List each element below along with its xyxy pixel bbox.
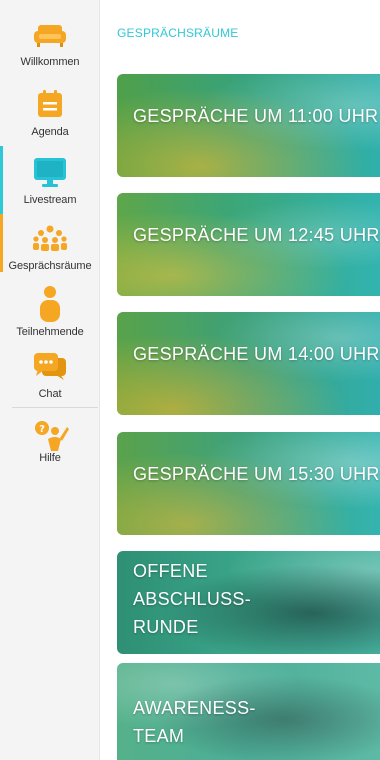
card-title: GESPRÄCHE UM 15:30 UHR	[133, 464, 380, 484]
svg-text:?: ?	[39, 424, 45, 435]
sidebar-item-chat[interactable]: Chat	[0, 342, 100, 408]
sidebar-item-label: Chat	[38, 388, 62, 400]
sidebar-item-agenda[interactable]: Agenda	[0, 80, 100, 146]
room-card[interactable]: GESPRÄCHE UM 11:00 UHR	[117, 74, 380, 177]
card-title: GESPRÄCHE UM 11:00 UHR	[133, 106, 379, 126]
room-card[interactable]: GESPRÄCHE UM 12:45 UHR	[117, 193, 380, 296]
card-title: GESPRÄCHE UM 14:00 UHR	[133, 344, 380, 364]
monitor-icon	[0, 152, 100, 192]
sidebar-item-teilnehmende[interactable]: Teilnehmende	[0, 280, 100, 346]
sidebar-item-hilfe[interactable]: ? Hilfe	[0, 412, 100, 478]
sofa-icon	[0, 14, 100, 54]
sidebar-item-label: Agenda	[31, 126, 69, 138]
sidebar-item-label: Willkommen	[20, 56, 80, 68]
chat-bubble-icon	[0, 346, 100, 386]
sidebar-item-label: Teilnehmende	[16, 326, 84, 338]
help-person-icon: ?	[0, 416, 100, 456]
room-card[interactable]: GESPRÄCHE UM 15:30 UHR	[117, 432, 380, 535]
calendar-icon	[0, 84, 100, 124]
room-card[interactable]: AWARENESS-TEAM	[117, 663, 380, 760]
app: Willkommen Agenda Livestream Gesprächsrä…	[0, 0, 380, 760]
sidebar-divider	[12, 407, 98, 408]
group-icon	[0, 218, 100, 258]
room-card[interactable]: GESPRÄCHE UM 14:00 UHR	[117, 312, 380, 415]
sidebar-item-label: Hilfe	[39, 452, 61, 464]
person-icon	[0, 284, 100, 324]
sidebar-item-livestream[interactable]: Livestream	[0, 148, 100, 214]
card-title: OFFENE ABSCHLUSS-RUNDE	[133, 561, 252, 637]
sidebar-item-label: Livestream	[23, 194, 77, 206]
sidebar-item-willkommen[interactable]: Willkommen	[0, 10, 100, 76]
card-title: AWARENESS-TEAM	[133, 698, 256, 746]
sidebar-item-gespraechsraeume[interactable]: Gesprächsräume	[0, 214, 100, 280]
card-title: GESPRÄCHE UM 12:45 UHR	[133, 225, 380, 245]
sidebar: Willkommen Agenda Livestream Gesprächsrä…	[0, 0, 100, 760]
sidebar-item-label: Gesprächsräume	[8, 260, 92, 272]
page-title: GESPRÄCHSRÄUME	[117, 26, 239, 40]
room-card[interactable]: OFFENE ABSCHLUSS-RUNDE	[117, 551, 380, 654]
